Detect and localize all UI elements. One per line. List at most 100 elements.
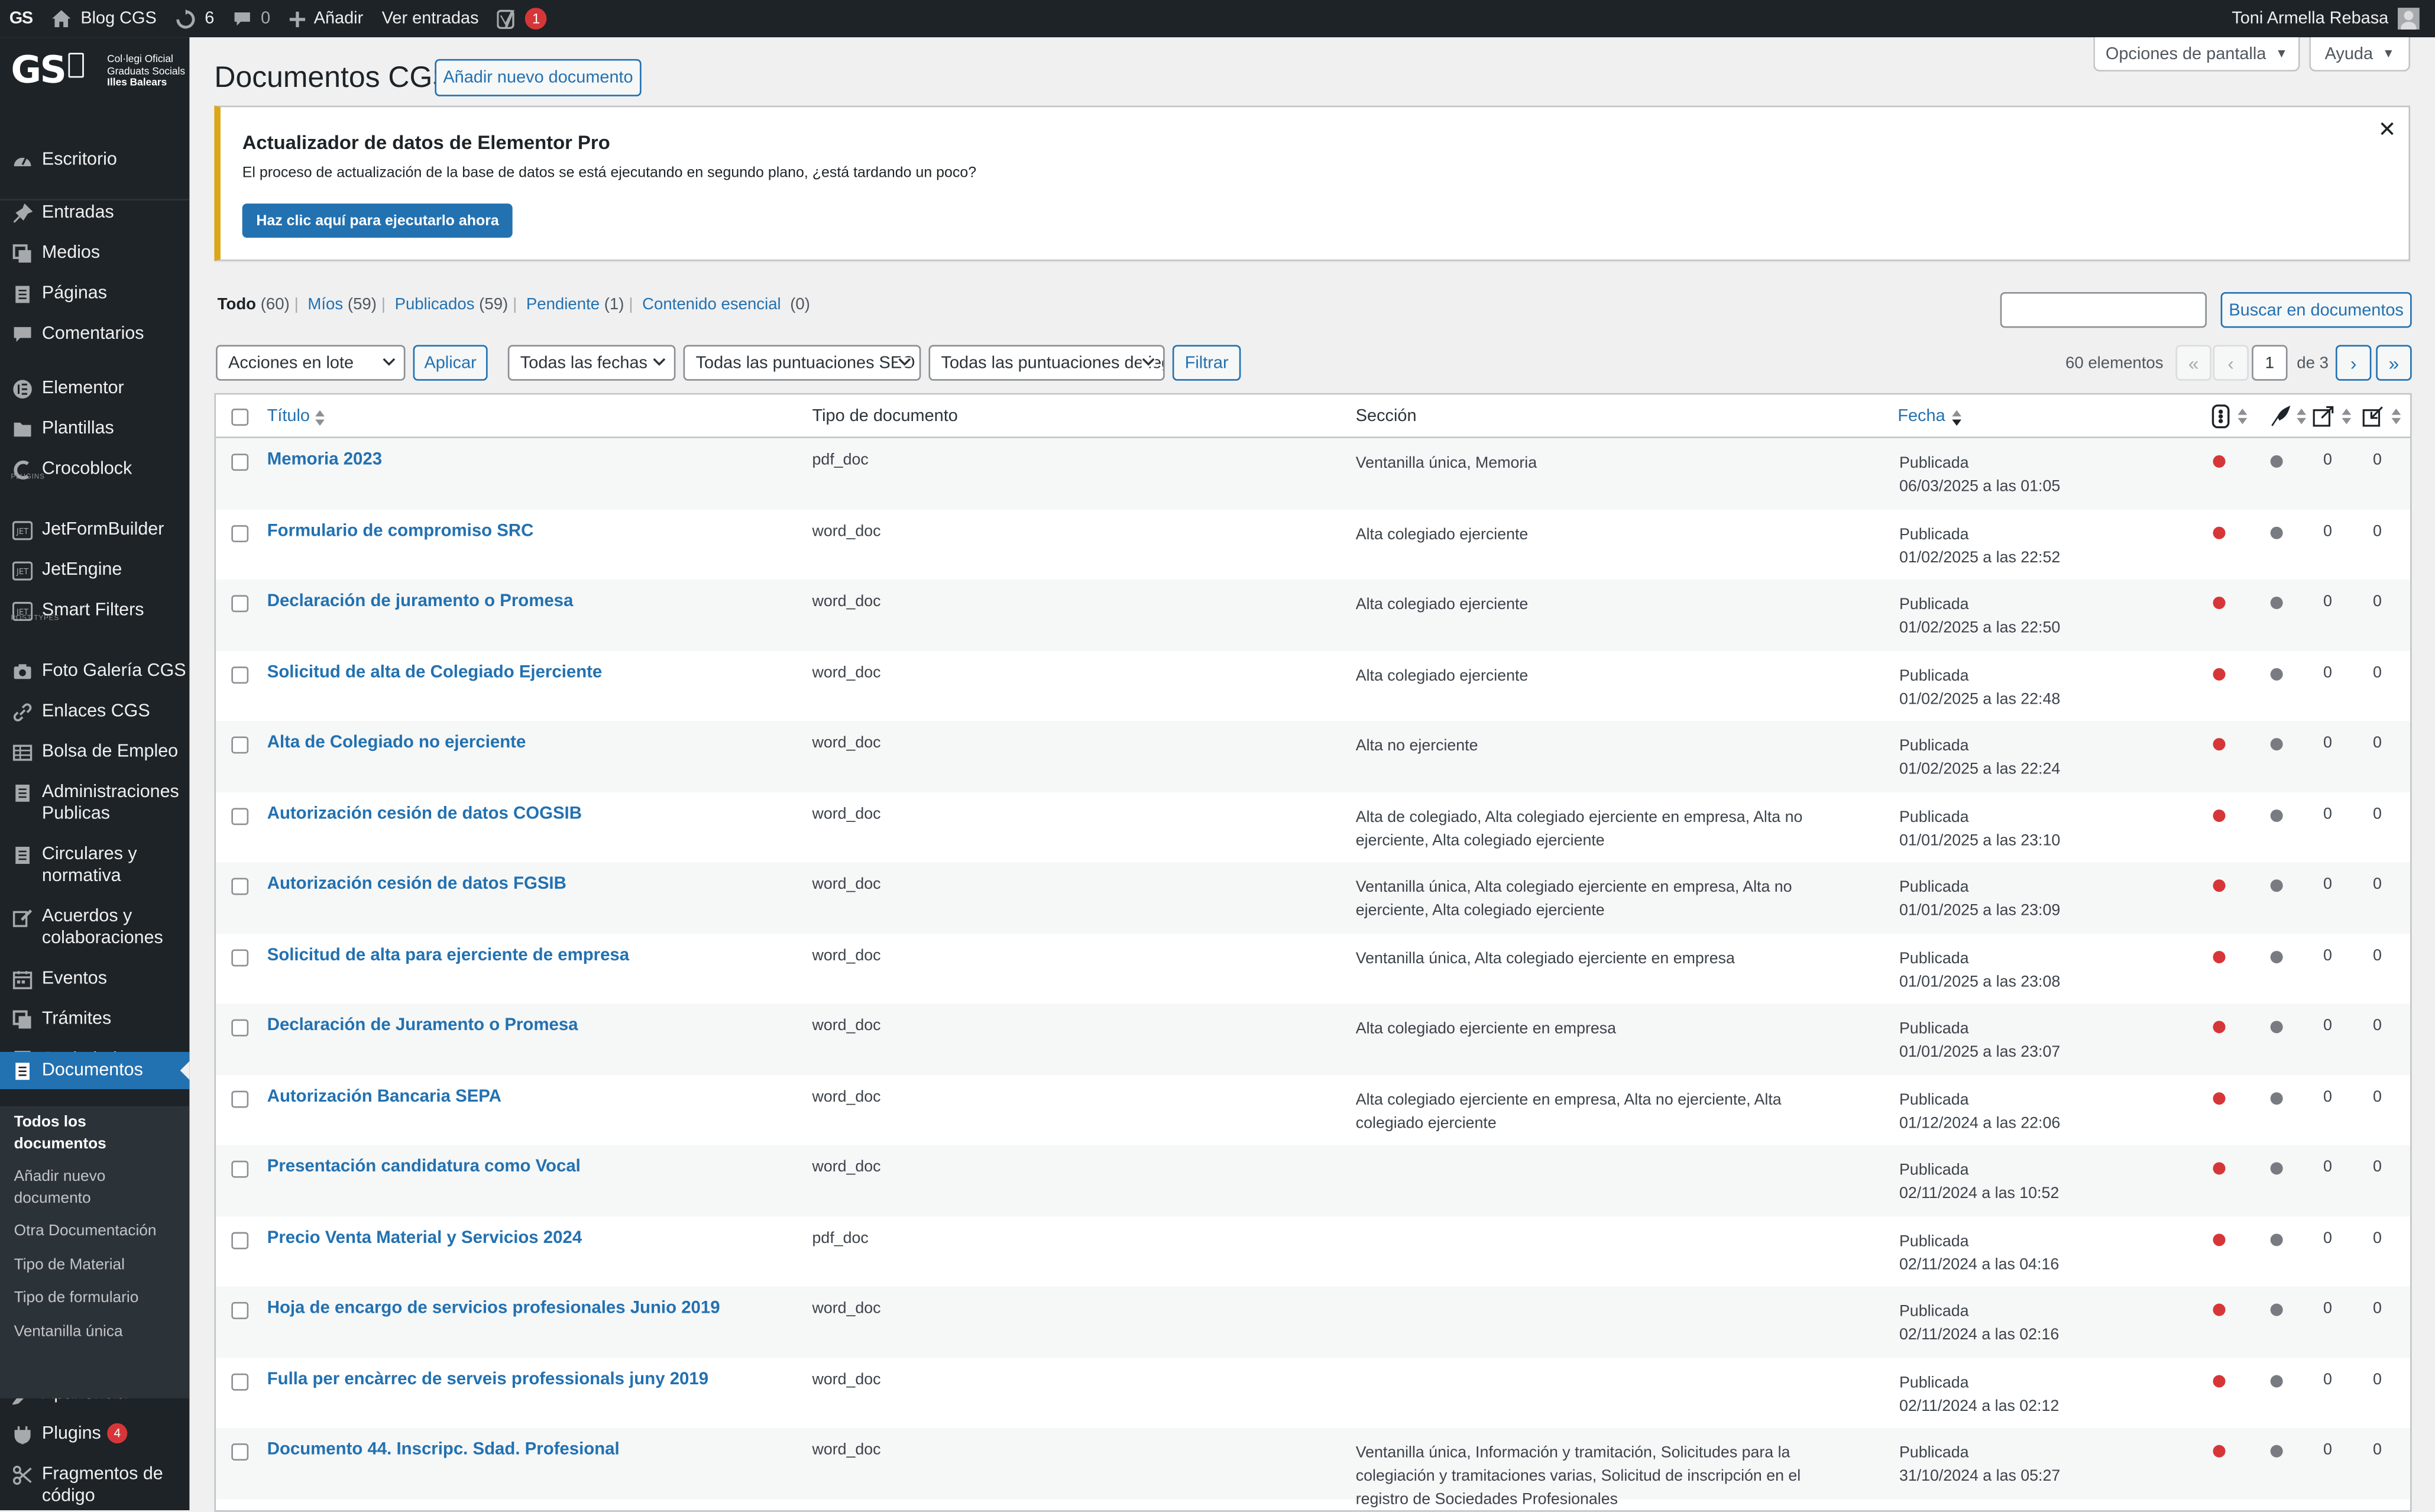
dismiss-notice-close-icon[interactable]: ✕	[2378, 116, 2397, 143]
add-new-document-button[interactable]: Añadir nuevo documento	[435, 59, 642, 96]
sidebar-item-circulares-y-normativa[interactable]: Circulares y normativa	[0, 844, 189, 888]
row-checkbox[interactable]	[231, 878, 249, 895]
document-title-link[interactable]: Memoria 2023	[267, 451, 382, 470]
sidebar-item-enlaces-cgs[interactable]: Enlaces CGS	[0, 701, 189, 723]
last-page-button[interactable]: »	[2376, 345, 2412, 381]
document-title-link[interactable]: Declaración de Juramento o Promesa	[267, 1016, 578, 1035]
row-checkbox[interactable]	[231, 807, 249, 824]
sidebar-logo[interactable]: GS Col·legi Oficial Graduats Socials Ill…	[0, 37, 189, 112]
date-filter-select[interactable]: Todas las fechas	[507, 345, 676, 381]
wp-logo-menu[interactable]: GS	[0, 0, 42, 37]
row-checkbox[interactable]	[231, 948, 249, 966]
document-title-link[interactable]: Fulla per encàrrec de serveis profession…	[267, 1369, 708, 1388]
document-date: Publicada 02/11/2024 a las 04:16	[1899, 1233, 2060, 1274]
sidebar-item-páginas[interactable]: Páginas	[0, 283, 189, 305]
sidebar-item-bolsa-de-empleo[interactable]: Bolsa de Empleo	[0, 741, 189, 763]
document-title-link[interactable]: Alta de Colegiado no ejerciente	[267, 733, 526, 752]
readability-filter-select[interactable]: Todas las puntuaciones de legibilidad	[928, 345, 1165, 381]
sidebar-item-comentarios[interactable]: Comentarios	[0, 323, 189, 345]
comments-count: 0	[261, 9, 271, 28]
view-mine[interactable]: Míos (59)	[307, 295, 377, 314]
row-checkbox[interactable]	[231, 1301, 249, 1319]
submenu-all-documents[interactable]: Todos los documentos	[14, 1112, 179, 1156]
document-title-link[interactable]: Autorización cesión de datos FGSIB	[267, 875, 566, 893]
view-all[interactable]: Todo (60)	[218, 295, 290, 314]
filter-button[interactable]: Filtrar	[1172, 345, 1241, 381]
sidebar-item-entradas[interactable]: Entradas	[0, 202, 189, 224]
document-title-link[interactable]: Formulario de compromiso SRC	[267, 522, 534, 540]
help-button[interactable]: Ayuda ▼	[2309, 37, 2411, 72]
document-title-link[interactable]: Declaración de juramento o Promesa	[267, 592, 574, 611]
sidebar-item-trámites[interactable]: Trámites	[0, 1008, 189, 1030]
outgoing-links-column-icon[interactable]	[2313, 406, 2334, 428]
run-update-button[interactable]: Haz clic aquí para ejecutarlo ahora	[242, 203, 513, 238]
row-checkbox[interactable]	[231, 1160, 249, 1178]
outgoing-links-count: 0	[2323, 1300, 2332, 1318]
sidebar-item-plantillas[interactable]: Plantillas	[0, 418, 189, 440]
sidebar-item-medios[interactable]: Medios	[0, 242, 189, 264]
document-title-link[interactable]: Documento 44. Inscripc. Sdad. Profesiona…	[267, 1440, 620, 1459]
document-title-link[interactable]: Solicitud de alta para ejerciente de emp…	[267, 946, 629, 964]
updates-link[interactable]: 6	[166, 0, 224, 37]
sidebar-item-fragmentos-de-código[interactable]: Fragmentos de código	[0, 1464, 189, 1507]
select-all-checkbox[interactable]	[231, 409, 249, 426]
document-title-link[interactable]: Autorización cesión de datos COGSIB	[267, 804, 582, 823]
user-account-menu[interactable]: Toni Armella Rebasa	[2223, 0, 2429, 37]
sidebar-item-escritorio[interactable]: Escritorio	[0, 149, 189, 171]
sidebar-item-documentos[interactable]: Documentos	[0, 1051, 190, 1089]
row-checkbox[interactable]	[231, 454, 249, 471]
submenu-otra-documentacion[interactable]: Otra Documentación	[14, 1221, 179, 1243]
row-checkbox[interactable]	[231, 595, 249, 613]
seo-score-column-icon[interactable]	[2211, 404, 2230, 429]
sidebar-item-elementor[interactable]: Elementor	[0, 378, 189, 400]
sort-desc-icon	[1952, 410, 1962, 426]
document-date: Publicada 02/11/2024 a las 02:16	[1899, 1303, 2060, 1344]
sidebar-item-administraciones-publicas[interactable]: Administraciones Publicas	[0, 782, 189, 825]
seo-score-filter-select[interactable]: Todas las puntuaciones SEO	[683, 345, 921, 381]
view-cornerstone[interactable]: Contenido esencial (0)	[642, 295, 810, 314]
view-published[interactable]: Publicados (59)	[395, 295, 509, 314]
bulk-actions-select[interactable]: Acciones en lote	[216, 345, 406, 381]
row-checkbox[interactable]	[231, 1443, 249, 1461]
sidebar-item-jetformbuilder[interactable]: JET JetFormBuilder	[0, 519, 189, 541]
next-page-button[interactable]: ›	[2335, 345, 2372, 381]
submenu-add-document[interactable]: Añadir nuevo documento	[14, 1167, 179, 1210]
submenu-tipo-material[interactable]: Tipo de Material	[14, 1255, 179, 1277]
apply-bulk-button[interactable]: Aplicar	[413, 345, 488, 381]
document-title-link[interactable]: Hoja de encargo de servicios profesional…	[267, 1299, 720, 1318]
new-content-link[interactable]: Añadir	[280, 0, 373, 37]
screen-options-button[interactable]: Opciones de pantalla ▼	[2093, 37, 2300, 72]
sidebar-item-acuerdos-y-colaboraciones[interactable]: Acuerdos y colaboraciones	[0, 906, 189, 950]
site-name-link[interactable]: Blog CGS	[42, 0, 166, 37]
search-input[interactable]	[2000, 292, 2207, 328]
row-checkbox[interactable]	[231, 1019, 249, 1037]
sidebar-item-eventos[interactable]: Eventos	[0, 968, 189, 990]
column-title-header[interactable]: Título	[267, 407, 310, 426]
document-title-link[interactable]: Autorización Bancaria SEPA	[267, 1087, 501, 1106]
search-documents-button[interactable]: Buscar en documentos	[2220, 292, 2412, 328]
document-title-link[interactable]: Presentación candidatura como Vocal	[267, 1158, 581, 1177]
view-posts-link[interactable]: Ver entradas	[373, 0, 488, 37]
row-checkbox[interactable]	[231, 736, 249, 754]
submenu-tipo-formulario[interactable]: Tipo de formulario	[14, 1288, 179, 1310]
column-date-header[interactable]: Fecha	[1898, 407, 1945, 426]
comments-link[interactable]: 0	[224, 0, 280, 37]
document-date: Publicada 01/02/2025 a las 22:24	[1899, 738, 2061, 779]
sidebar-item-plugins[interactable]: Plugins 4	[0, 1423, 189, 1445]
row-checkbox[interactable]	[231, 1090, 249, 1108]
incoming-links-column-icon[interactable]	[2362, 406, 2384, 428]
seo-score-dot	[2213, 526, 2226, 539]
document-title-link[interactable]: Precio Venta Material y Servicios 2024	[267, 1228, 582, 1247]
sidebar-item-jetengine[interactable]: JET JetEngine	[0, 559, 189, 581]
yoast-menu[interactable]: 1	[488, 0, 556, 37]
row-checkbox[interactable]	[231, 665, 249, 683]
view-pending[interactable]: Pendiente (1)	[526, 295, 624, 314]
row-checkbox[interactable]	[231, 1231, 249, 1249]
readability-column-icon[interactable]	[2269, 405, 2291, 428]
row-checkbox[interactable]	[231, 1372, 249, 1390]
sidebar-item-foto-galería-cgs[interactable]: Foto Galería CGS	[0, 661, 189, 682]
document-title-link[interactable]: Solicitud de alta de Colegiado Ejercient…	[267, 663, 603, 682]
submenu-ventanilla-unica[interactable]: Ventanilla única	[14, 1322, 179, 1344]
row-checkbox[interactable]	[231, 524, 249, 542]
current-page-input[interactable]: 1	[2252, 345, 2288, 381]
